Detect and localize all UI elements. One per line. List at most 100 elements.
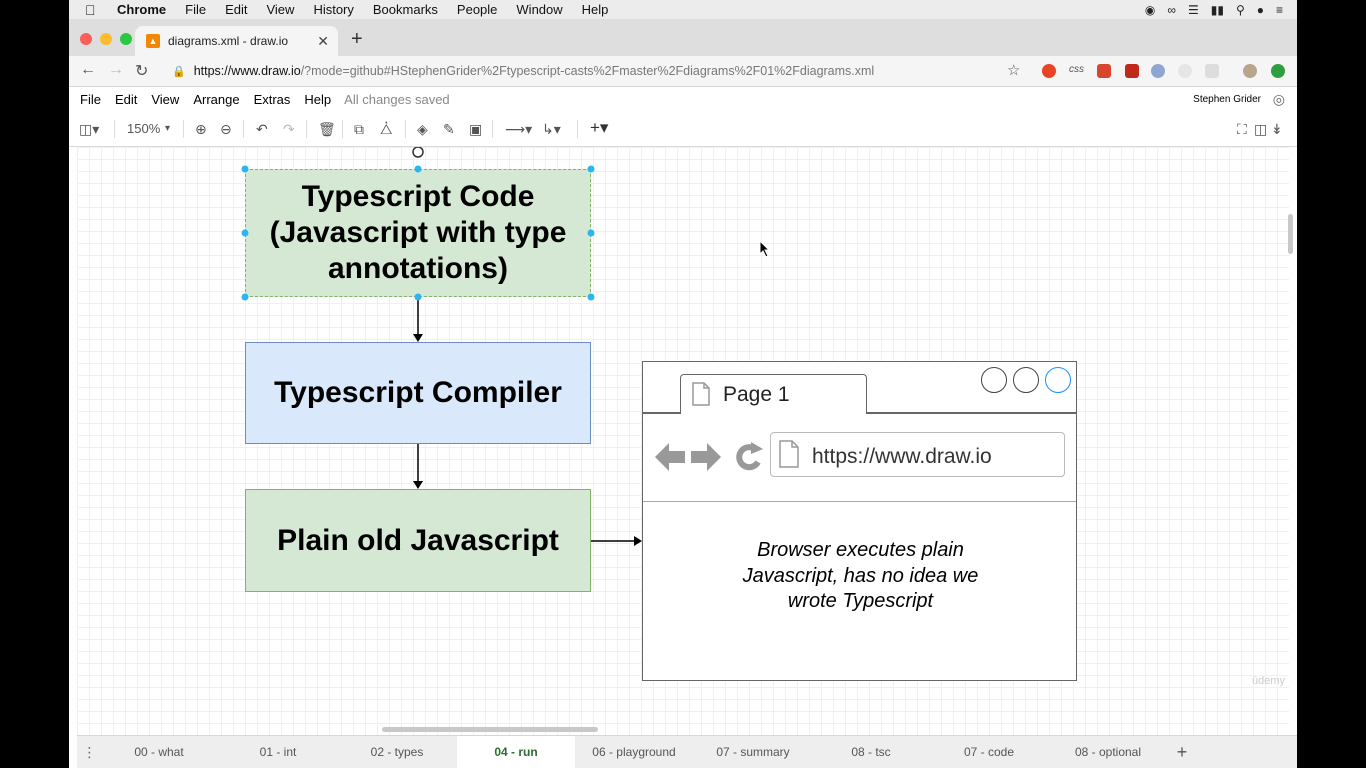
app-menu-arrange[interactable]: Arrange bbox=[193, 92, 239, 107]
battery-icon[interactable]: ▮▮ bbox=[1211, 3, 1224, 17]
page-tab[interactable]: 07 - code bbox=[930, 736, 1048, 768]
screen:  Chrome File Edit View History Bookmark… bbox=[0, 0, 1366, 768]
page-tab[interactable]: 01 - int bbox=[219, 736, 337, 768]
connection-style-icon[interactable]: ⟶▾ bbox=[505, 121, 532, 138]
format-toggle-icon[interactable]: ◫ bbox=[1254, 121, 1267, 138]
arrow-box1-to-box2[interactable] bbox=[413, 297, 423, 342]
lock-icon: 🔒 bbox=[172, 65, 186, 78]
mockup-circle-icon bbox=[1045, 367, 1071, 393]
diagram-canvas[interactable]: Typescript Code (Javascript with type an… bbox=[77, 147, 1289, 735]
os-menu-app[interactable]: Chrome bbox=[117, 2, 166, 17]
notification-center-icon[interactable]: ≡ bbox=[1276, 3, 1283, 17]
os-menu-window[interactable]: Window bbox=[516, 2, 562, 17]
zoom-out-icon[interactable]: ⊖ bbox=[220, 121, 232, 138]
os-menu-people[interactable]: People bbox=[457, 2, 497, 17]
mockup-forward-arrow-icon bbox=[691, 443, 721, 471]
collapse-toolbar-icon[interactable]: ↡ bbox=[1271, 121, 1283, 138]
vertical-scrollbar[interactable] bbox=[1288, 214, 1293, 254]
line-color-icon[interactable]: ✎ bbox=[443, 121, 455, 138]
wifi-icon[interactable]: ☰ bbox=[1188, 3, 1199, 17]
add-page-button[interactable]: + bbox=[1167, 736, 1197, 768]
to-back-icon[interactable]: ⧊ bbox=[380, 121, 393, 138]
os-menu-history[interactable]: History bbox=[313, 2, 353, 17]
app-menubar: File Edit View Arrange Extras Help All c… bbox=[69, 87, 1297, 112]
fullscreen-icon[interactable]: ⛶ bbox=[1237, 121, 1247, 138]
page-tab[interactable]: 08 - optional bbox=[1049, 736, 1167, 768]
update-icon[interactable] bbox=[1271, 64, 1285, 78]
reload-icon[interactable]: ↻ bbox=[135, 61, 148, 81]
udemy-watermark: ūdemy bbox=[1252, 675, 1286, 687]
toolbar-separator bbox=[405, 120, 406, 138]
ext-shield-icon[interactable] bbox=[1125, 64, 1139, 78]
arrow-box3-to-browser[interactable] bbox=[591, 536, 642, 546]
css-extension-icon[interactable]: css bbox=[1069, 64, 1084, 75]
adblock-extension-icon[interactable] bbox=[1042, 64, 1056, 78]
app-menu-help[interactable]: Help bbox=[304, 92, 331, 107]
page-tab[interactable]: 08 - tsc bbox=[812, 736, 930, 768]
box1-line: annotations) bbox=[327, 252, 508, 285]
page-tab[interactable]: 07 - summary bbox=[694, 736, 812, 768]
toolbar-separator bbox=[306, 120, 307, 138]
profile-avatar[interactable] bbox=[1243, 64, 1257, 78]
pages-menu-icon[interactable]: ⋮ bbox=[77, 736, 102, 768]
gmail-extension-icon[interactable] bbox=[1205, 64, 1219, 78]
horizontal-scrollbar[interactable] bbox=[382, 727, 598, 732]
os-menubar:  Chrome File Edit View History Bookmark… bbox=[69, 0, 1297, 19]
bookmark-star-icon[interactable]: ☆ bbox=[1007, 61, 1020, 79]
insert-plus-icon[interactable]: +▾ bbox=[590, 118, 608, 138]
new-tab-button[interactable]: + bbox=[351, 28, 363, 51]
url-bar[interactable]: 🔒 https://www.draw.io /?mode=github#HSte… bbox=[172, 60, 1042, 82]
minimize-window-button[interactable] bbox=[100, 33, 112, 45]
delete-icon[interactable]: 🗑 bbox=[318, 121, 336, 138]
undo-icon[interactable]: ↶ bbox=[256, 121, 268, 138]
app-menu-extras[interactable]: Extras bbox=[254, 92, 291, 107]
shadow-icon[interactable]: ▣ bbox=[469, 121, 482, 138]
os-menu-file[interactable]: File bbox=[185, 2, 206, 17]
forward-arrow-icon[interactable]: → bbox=[108, 61, 124, 79]
ext-timer-icon[interactable] bbox=[1178, 64, 1192, 78]
siri-icon[interactable]: ● bbox=[1257, 3, 1264, 17]
fill-color-icon[interactable]: ◈ bbox=[417, 121, 428, 138]
app-menu-edit[interactable]: Edit bbox=[115, 92, 137, 107]
app-menu-file[interactable]: File bbox=[80, 92, 101, 107]
close-window-button[interactable] bbox=[80, 33, 92, 45]
zoom-in-icon[interactable]: ⊕ bbox=[195, 121, 207, 138]
zoom-dropdown[interactable]: 150% bbox=[127, 121, 160, 136]
mockup-desc-line: wrote Typescript bbox=[787, 590, 934, 612]
chevron-down-icon[interactable]: ▾ bbox=[165, 123, 170, 134]
ext-blue-icon[interactable] bbox=[1151, 64, 1165, 78]
glasses-icon[interactable]: ∞ bbox=[1167, 3, 1176, 17]
app-menu-view[interactable]: View bbox=[151, 92, 179, 107]
ext-red-icon[interactable] bbox=[1097, 64, 1111, 78]
page-tab[interactable]: 00 - what bbox=[100, 736, 218, 768]
os-menu-edit[interactable]: Edit bbox=[225, 2, 247, 17]
waypoint-style-icon[interactable]: ↳▾ bbox=[542, 121, 561, 138]
user-menu[interactable]: Stephen Grider bbox=[1193, 94, 1261, 105]
os-menu-help[interactable]: Help bbox=[582, 2, 609, 17]
arrow-box2-to-box3[interactable] bbox=[413, 444, 423, 489]
apple-icon[interactable]:  bbox=[85, 2, 101, 18]
creative-cloud-icon[interactable]: ◉ bbox=[1145, 3, 1155, 17]
typescript-compiler-box[interactable]: Typescript Compiler bbox=[245, 342, 591, 444]
format-panel-icon[interactable]: ◫▾ bbox=[79, 121, 99, 138]
mockup-url-page-icon bbox=[779, 440, 799, 468]
redo-icon[interactable]: ↷ bbox=[283, 121, 295, 138]
tab-strip: ▲ diagrams.xml - draw.io ✕ + bbox=[69, 19, 1297, 56]
toolbar-separator bbox=[492, 120, 493, 138]
to-front-icon[interactable]: ⧉ bbox=[354, 121, 364, 138]
browser-tab[interactable]: ▲ diagrams.xml - draw.io ✕ bbox=[135, 26, 338, 56]
back-arrow-icon[interactable]: ← bbox=[80, 61, 96, 79]
os-menu-view[interactable]: View bbox=[266, 2, 294, 17]
rotate-handle-icon[interactable] bbox=[412, 147, 424, 158]
browser-mockup-shape[interactable]: Page 1 https://www.draw.io Browser execu… bbox=[642, 361, 1077, 681]
plain-javascript-box[interactable]: Plain old Javascript bbox=[245, 489, 591, 592]
typescript-code-box[interactable]: Typescript Code (Javascript with type an… bbox=[245, 169, 591, 297]
os-menu-bookmarks[interactable]: Bookmarks bbox=[373, 2, 438, 17]
zoom-window-button[interactable] bbox=[120, 33, 132, 45]
close-tab-icon[interactable]: ✕ bbox=[317, 33, 329, 50]
page-tab[interactable]: 02 - types bbox=[338, 736, 456, 768]
page-tab[interactable]: 06 - playground bbox=[575, 736, 693, 768]
page-tab-active[interactable]: 04 - run bbox=[457, 736, 575, 768]
spotlight-search-icon[interactable]: ⚲ bbox=[1236, 3, 1245, 17]
language-globe-icon[interactable]: ◎ bbox=[1273, 91, 1285, 108]
